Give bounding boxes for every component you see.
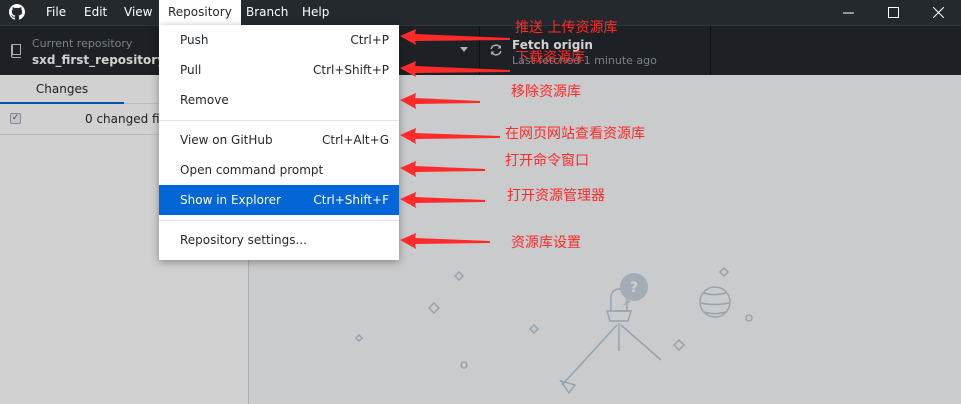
annotation-arrow	[400, 29, 510, 45]
annotation-view-on-github: 在网页网站查看资源库	[505, 126, 645, 142]
annotation-show-in-explorer: 打开资源管理器	[507, 188, 605, 204]
annotation-arrow	[400, 233, 490, 249]
annotation-arrow	[400, 93, 480, 109]
annotation-arrow	[400, 161, 485, 177]
annotation-arrow	[400, 61, 510, 77]
annotation-pull: 下载资源库	[515, 50, 585, 66]
annotation-push: 推送 上传资源库	[515, 20, 618, 36]
annotation-command-prompt: 打开命令窗口	[505, 153, 589, 169]
annotation-arrow	[400, 128, 500, 144]
annotation-repository-settings: 资源库设置	[511, 235, 581, 251]
annotation-arrow	[400, 192, 485, 208]
annotation-remove: 移除资源库	[511, 84, 581, 100]
annotation-arrows	[400, 29, 510, 249]
